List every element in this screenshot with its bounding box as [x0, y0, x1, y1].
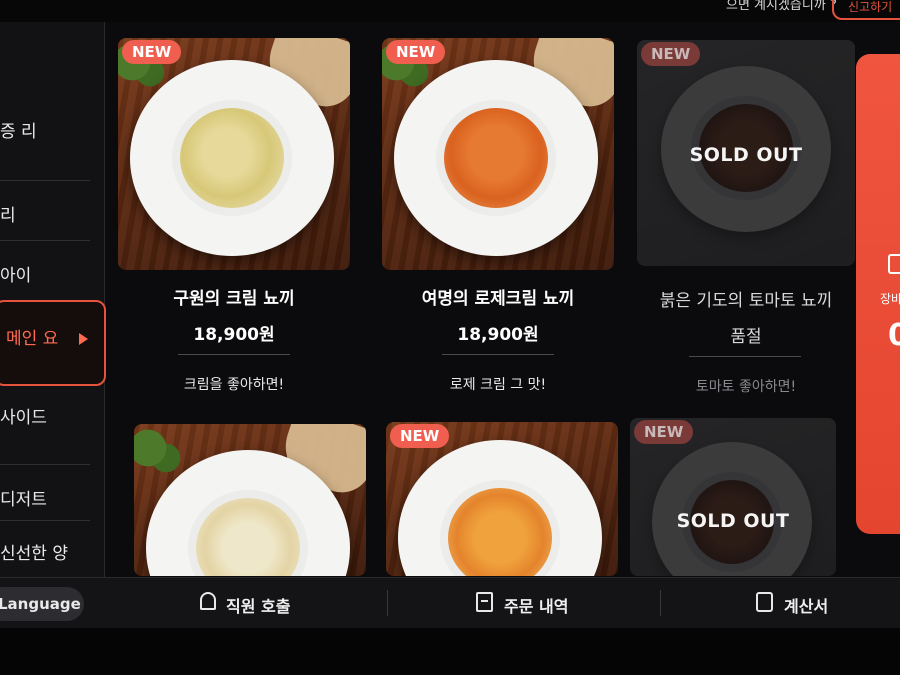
- top-action-button[interactable]: 신고하기: [832, 0, 900, 20]
- new-badge: NEW: [122, 40, 182, 64]
- order-history-label: 주문 내역: [504, 597, 569, 616]
- sidebar-item-fresh[interactable]: 신선한 양: [0, 522, 90, 578]
- divider: [689, 356, 801, 357]
- divider: [178, 354, 290, 355]
- new-badge: NEW: [641, 42, 701, 66]
- cart-icon: [888, 254, 900, 274]
- menu-photo: NEW: [118, 38, 350, 270]
- sold-out-label: SOLD OUT: [689, 144, 803, 166]
- sidebar-item-label: 증 리: [0, 122, 37, 142]
- herb-decor: [134, 428, 190, 478]
- menu-photo: [134, 424, 366, 576]
- menu-name: 여명의 로제크림 뇨끼: [421, 289, 575, 309]
- menu-price: 품절: [730, 327, 762, 347]
- menu-photo: NEW: [386, 422, 618, 576]
- sidebar-item-label: 메인 요: [6, 329, 59, 349]
- sidebar-item-label: 사이드: [0, 408, 47, 428]
- call-staff-label: 직원 호출: [226, 597, 291, 616]
- arrow-right-icon: [79, 333, 88, 345]
- sidebar-item-dessert[interactable]: 디저트: [0, 468, 90, 524]
- language-button[interactable]: Language: [0, 587, 84, 621]
- divider: [387, 590, 388, 616]
- new-badge: NEW: [386, 40, 446, 64]
- language-label: Language: [0, 595, 81, 613]
- bill-button[interactable]: 계산서: [756, 589, 846, 617]
- sidebar-item-label: 신선한 양: [0, 544, 68, 564]
- menu-photo: NEW SOLD OUT: [630, 418, 836, 576]
- new-badge: NEW: [390, 424, 450, 448]
- divider: [442, 354, 554, 355]
- divider: [0, 180, 90, 181]
- menu-price: 18,900원: [457, 325, 539, 345]
- menu-desc: 토마토 좋아하면!: [695, 379, 797, 395]
- divider: [0, 464, 90, 465]
- sidebar-item-main-active[interactable]: 메인 요: [0, 300, 106, 386]
- menu-photo: NEW SOLD OUT: [637, 40, 855, 266]
- new-badge: NEW: [634, 420, 694, 444]
- sidebar-item-label: 아이: [0, 266, 32, 286]
- divider: [0, 240, 90, 241]
- cart-label: 장바: [880, 292, 900, 306]
- bell-icon: [200, 592, 216, 610]
- call-staff-button[interactable]: 직원 호출: [198, 589, 308, 617]
- plate: [130, 60, 334, 256]
- divider: [0, 520, 90, 521]
- cart-count: 0: [888, 318, 900, 353]
- menu-name: 붉은 기도의 토마토 뇨끼: [659, 291, 833, 311]
- receipt-icon: [476, 592, 493, 612]
- divider: [660, 590, 661, 616]
- menu-desc: 로제 크림 그 맛!: [449, 377, 547, 393]
- sidebar-item-2[interactable]: 리: [0, 184, 90, 240]
- menu-desc: 크림을 좋아하면!: [183, 377, 285, 393]
- top-prompt-text: 으면 계시겠습니까 ?: [726, 0, 837, 13]
- menu-price: 18,900원: [193, 325, 275, 345]
- sidebar-item-label: 디저트: [0, 490, 47, 510]
- top-bar: 으면 계시겠습니까 ? 신고하기: [0, 0, 900, 22]
- menu-name: 구원의 크림 뇨끼: [173, 289, 295, 309]
- sidebar-item-3[interactable]: 아이: [0, 244, 90, 300]
- bill-label: 계산서: [784, 597, 829, 616]
- category-sidebar: 증 리 리 아이 메인 요 사이드 디저트 신선한 양: [0, 22, 106, 578]
- bill-icon: [756, 592, 773, 612]
- device-bezel: [0, 628, 900, 675]
- plate: [394, 60, 598, 256]
- top-action-label: 신고하기: [848, 0, 893, 14]
- sidebar-item-1[interactable]: 증 리: [0, 100, 90, 156]
- order-history-button[interactable]: 주문 내역: [476, 589, 586, 617]
- sold-out-label: SOLD OUT: [676, 510, 790, 532]
- sidebar-item-label: 리: [0, 206, 16, 226]
- menu-photo: NEW: [382, 38, 614, 270]
- sidebar-item-side[interactable]: 사이드: [0, 386, 90, 442]
